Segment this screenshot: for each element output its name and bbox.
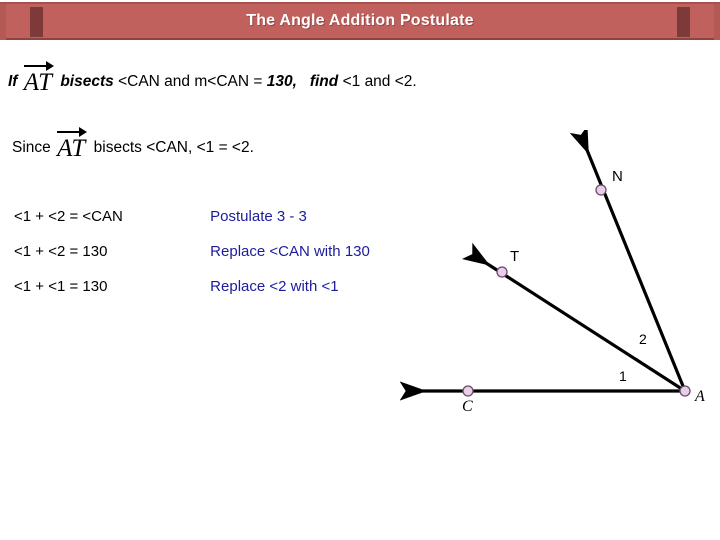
ray-at-letters: AT [23,69,53,96]
since-ray-at-letters: AT [57,135,86,162]
proof-statement: <1 + <2 = 130 [14,243,108,260]
ray-overbar [23,65,48,67]
proof-row: <1 + <2 = <CAN Postulate 3 - 3 [14,208,370,243]
problem-statement: If AT bisects <CAN and m<CAN = 130, find… [8,61,417,96]
problem-bisects-word: bisects [60,73,114,90]
since-rest-text: bisects <CAN, <1 = <2. [93,139,254,156]
proof-row: <1 + <1 = 130 Replace <2 with <1 [14,278,370,313]
proof-steps-table: <1 + <2 = <CAN Postulate 3 - 3 <1 + <2 =… [14,208,370,313]
ray-AT [461,242,686,393]
point-A-label: A [695,388,705,405]
problem-find-angle-2: <2. [394,73,417,90]
page-title: The Angle Addition Postulate [246,12,474,29]
since-word: Since [12,139,51,156]
point-C-marker [462,385,474,397]
since-ray-arrowhead-icon [79,127,88,137]
point-N-label: N [612,168,623,185]
problem-measure-value: 130, [266,73,297,90]
point-N-marker [595,184,607,196]
point-T-label: T [510,248,520,265]
problem-if-word: If [8,73,18,90]
problem-angle-can: <CAN [118,73,160,90]
since-statement: Since AT bisects <CAN, <1 = <2. [12,127,254,162]
problem-find-word: find [309,73,339,90]
proof-reason: Postulate 3 - 3 [210,208,307,225]
angle-1-label: 1 [619,368,627,384]
since-ray-overbar [57,131,81,133]
proof-reason: Replace <CAN with 130 [210,243,370,260]
since-ray-at-symbol: AT [55,127,89,162]
problem-equals-sign: = [253,73,263,90]
proof-row: <1 + <2 = 130 Replace <CAN with 130 [14,243,370,278]
proof-statement: <1 + <2 = <CAN [14,208,123,225]
problem-and-word: and [164,73,191,90]
point-C-label: C [462,398,473,415]
slide-title-bar: The Angle Addition Postulate [0,2,720,40]
problem-find-and-word: and [364,73,391,90]
ray-at-symbol: AT [22,61,56,96]
angle-diagram: A C T N 1 2 [400,130,720,430]
problem-find-angle-1: <1 [342,73,361,90]
proof-reason: Replace <2 with <1 [210,278,339,295]
point-A-marker [679,385,691,397]
angle-diagram-svg [400,130,691,401]
point-T-marker [496,266,508,278]
ray-arrowhead-icon [46,61,55,71]
proof-statement: <1 + <1 = 130 [14,278,108,295]
problem-measure-expr: m<CAN [194,73,250,90]
angle-2-label: 2 [639,331,647,347]
